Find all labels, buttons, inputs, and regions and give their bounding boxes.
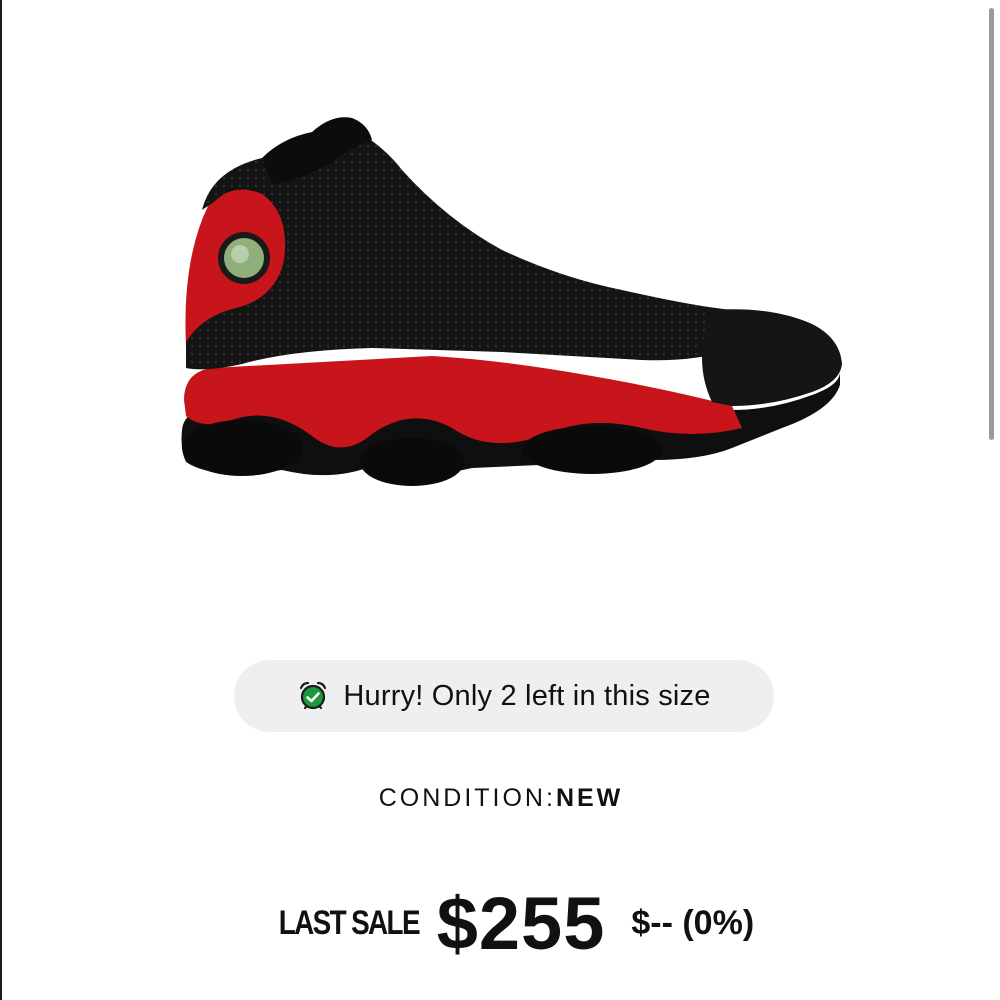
condition-label: CONDITION:NEW [2, 784, 1000, 813]
condition-value: NEW [555, 784, 624, 812]
condition-key: CONDITION: [378, 784, 556, 812]
stock-alert-text: Hurry! Only 2 left in this size [343, 679, 711, 712]
alarm-clock-icon [297, 680, 329, 712]
last-sale-row: LAST SALE $255 $-- (0%) [2, 878, 1000, 968]
stock-alert-banner: Hurry! Only 2 left in this size [234, 660, 774, 732]
product-page: Hurry! Only 2 left in this size CONDITIO… [0, 0, 1000, 1000]
sneaker-image [181, 117, 842, 486]
last-sale-price: $255 [436, 881, 606, 965]
last-sale-change: $-- (0%) [631, 903, 755, 942]
scrollbar[interactable] [989, 8, 994, 440]
product-image[interactable] [172, 110, 852, 500]
last-sale-label: LAST SALE [278, 903, 421, 942]
